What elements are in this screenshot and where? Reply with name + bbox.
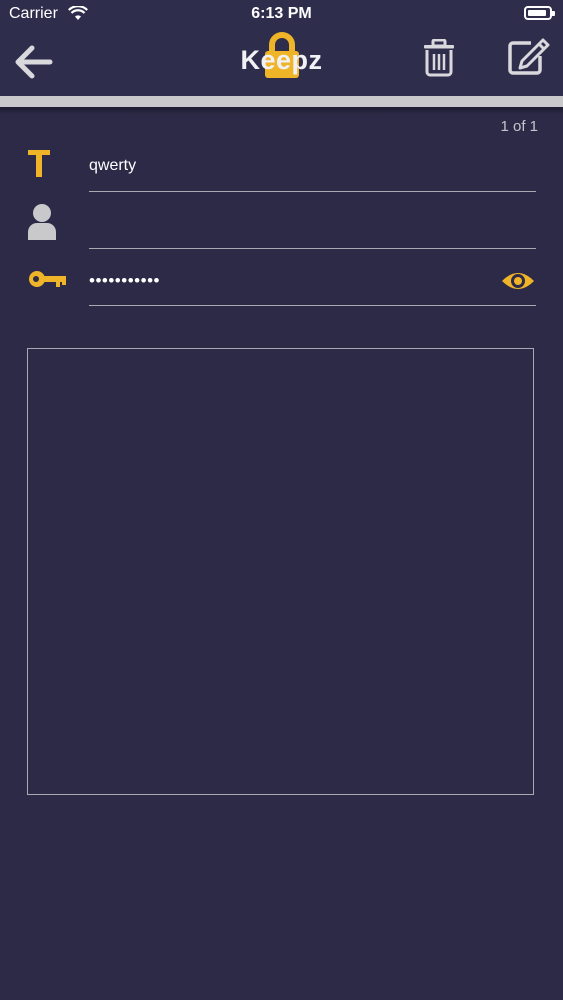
battery-icon	[524, 6, 555, 20]
notes-textarea[interactable]	[27, 348, 534, 795]
edit-icon	[508, 38, 550, 75]
show-password-button[interactable]	[500, 269, 536, 298]
password-underline	[89, 305, 536, 306]
nav-title-area: Keepz	[0, 30, 563, 96]
nav-bar: Keepz	[0, 30, 563, 96]
username-field-row	[0, 197, 563, 253]
delete-button[interactable]	[422, 38, 456, 82]
record-pager: 1 of 1	[500, 118, 538, 135]
status-bar: Carrier 6:13 PM	[0, 0, 563, 30]
title-field[interactable]: qwerty	[89, 157, 136, 175]
title-field-row: qwerty	[0, 140, 563, 196]
password-field-row: •••••••••••	[0, 254, 563, 310]
header-divider	[0, 96, 563, 107]
text-icon	[26, 149, 52, 184]
edit-button[interactable]	[507, 38, 551, 81]
key-icon	[28, 267, 68, 296]
username-underline	[89, 248, 536, 249]
trash-icon	[424, 38, 454, 77]
eye-icon	[502, 273, 534, 289]
title-underline	[89, 191, 536, 192]
user-icon	[26, 202, 58, 247]
app-title: Keepz	[240, 45, 323, 75]
header-shadow	[0, 107, 563, 115]
password-field[interactable]: •••••••••••	[89, 271, 160, 291]
status-time: 6:13 PM	[251, 5, 312, 22]
